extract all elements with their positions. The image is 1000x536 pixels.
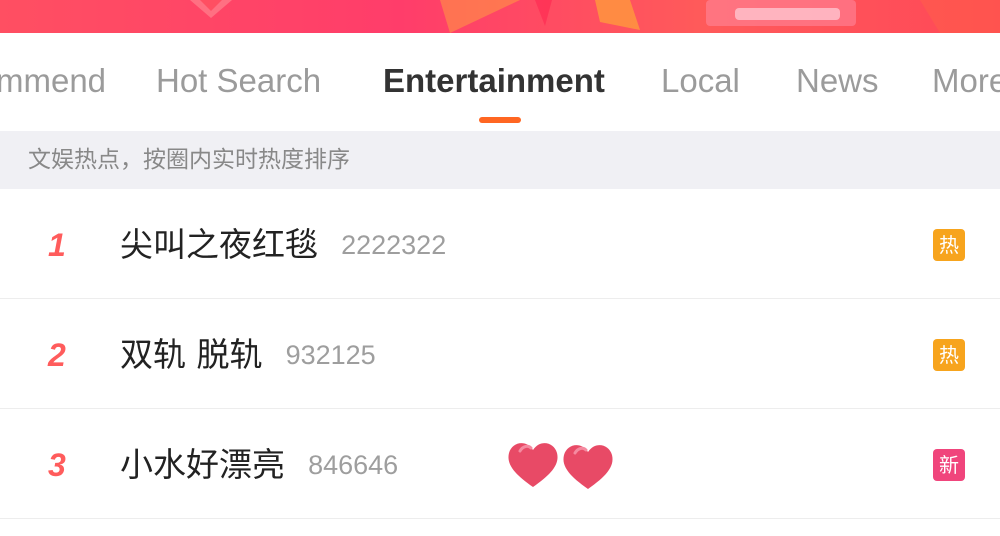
trending-list: 1 尖叫之夜红毯 2222322 热 2 双轨 脱轨 932125 热 3 小水… xyxy=(0,189,1000,519)
new-badge-icon: 新 xyxy=(933,449,965,481)
heat-count: 2222322 xyxy=(341,230,447,260)
heat-count: 846646 xyxy=(308,450,399,480)
list-item-text: 小水好漂亮 846646 xyxy=(120,442,398,488)
tab-local[interactable]: Local xyxy=(661,61,740,101)
hot-badge-icon: 热 xyxy=(933,339,965,371)
section-subtitle: 文娱热点，按圈内实时热度排序 xyxy=(28,147,350,173)
hearts-sticker-icon xyxy=(508,443,613,489)
rank-number: 2 xyxy=(48,337,66,373)
row-divider xyxy=(0,518,1000,519)
section-subtitle-bar: 文娱热点，按圈内实时热度排序 xyxy=(0,131,1000,189)
tab-recommend[interactable]: mmend xyxy=(0,61,106,101)
top-banner xyxy=(0,0,1000,33)
list-item[interactable]: 3 小水好漂亮 846646 新 xyxy=(0,409,1000,519)
heat-count: 932125 xyxy=(285,340,376,370)
category-tabs: mmend Hot Search Entertainment Local New… xyxy=(0,33,1000,131)
list-item-title[interactable]: 小水好漂亮 xyxy=(120,445,285,484)
rank-number: 3 xyxy=(48,447,66,483)
list-item[interactable]: 1 尖叫之夜红毯 2222322 热 xyxy=(0,189,1000,299)
tab-news[interactable]: News xyxy=(796,61,879,101)
tab-more[interactable]: More xyxy=(932,61,1000,101)
tab-hot-search[interactable]: Hot Search xyxy=(156,61,321,101)
list-item[interactable]: 2 双轨 脱轨 932125 热 xyxy=(0,299,1000,409)
active-tab-indicator xyxy=(479,117,521,123)
rank-number: 1 xyxy=(48,227,66,263)
hot-badge-icon: 热 xyxy=(933,229,965,261)
list-item-title[interactable]: 双轨 脱轨 xyxy=(120,335,263,374)
list-item-title[interactable]: 尖叫之夜红毯 xyxy=(120,225,318,264)
list-item-text: 双轨 脱轨 932125 xyxy=(120,332,376,378)
banner-decoration xyxy=(190,0,1000,33)
tab-entertainment[interactable]: Entertainment xyxy=(383,61,605,101)
list-item-text: 尖叫之夜红毯 2222322 xyxy=(120,222,446,268)
hot-search-page: mmend Hot Search Entertainment Local New… xyxy=(0,0,1000,536)
